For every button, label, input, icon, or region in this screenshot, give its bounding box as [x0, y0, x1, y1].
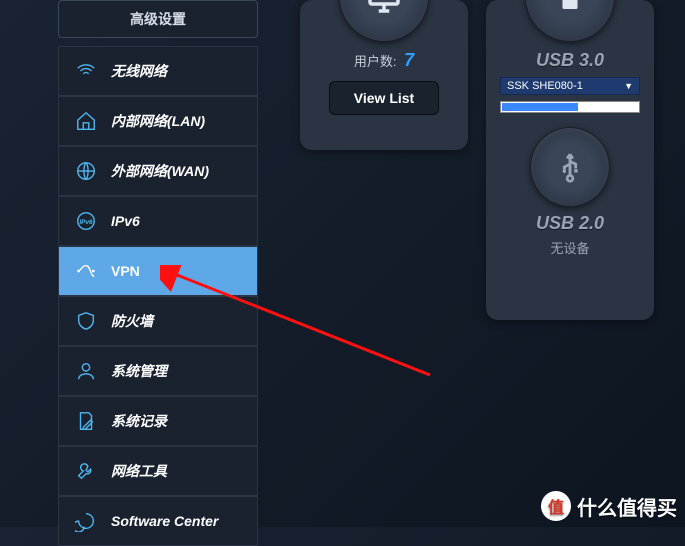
- usb3-usage-bar: [500, 101, 640, 113]
- vpn-icon: [73, 259, 99, 283]
- sidebar-item-label: 防火墙: [111, 311, 153, 331]
- watermark-text: 什么值得买: [577, 492, 677, 521]
- view-list-button[interactable]: View List: [329, 81, 439, 115]
- client-count-value: 7: [404, 50, 414, 70]
- clients-panel: 用户数: 7 View List: [300, 0, 468, 150]
- usb2-title: USB 2.0: [498, 213, 642, 234]
- user-icon: [73, 359, 99, 383]
- usb3-title: USB 3.0: [498, 50, 642, 71]
- sidebar-item-log[interactable]: 系统记录: [58, 396, 258, 446]
- sidebar-item-label: 系统管理: [111, 361, 167, 381]
- sidebar-item-label: 无线网络: [111, 61, 167, 81]
- usb3-usage-fill: [502, 103, 578, 111]
- sidebar-item-lan[interactable]: 内部网络(LAN): [58, 96, 258, 146]
- usb-plug-icon: [552, 0, 588, 15]
- sidebar-item-label: 外部网络(WAN): [111, 161, 209, 181]
- client-count-line: 用户数: 7: [312, 50, 456, 71]
- chevron-down-icon: ▼: [624, 81, 633, 91]
- sidebar-header: 高级设置: [58, 0, 258, 38]
- usb3-icon-circle[interactable]: [525, 0, 615, 42]
- svg-text:IPv6: IPv6: [79, 219, 93, 226]
- sidebar-item-wan[interactable]: 外部网络(WAN): [58, 146, 258, 196]
- shield-icon: [73, 309, 99, 333]
- usb3-device-dropdown[interactable]: SSK SHE080-1 ▼: [500, 77, 640, 95]
- ipv6-icon: IPv6: [73, 209, 99, 233]
- sidebar-item-tools[interactable]: 网络工具: [58, 446, 258, 496]
- sidebar-item-label: 网络工具: [111, 461, 167, 481]
- sidebar-item-label: IPv6: [111, 213, 140, 229]
- document-edit-icon: [73, 409, 99, 433]
- advanced-settings-sidebar: 高级设置 无线网络 内部网络(LAN) 外部网络(WAN) IPv6 IPv6 …: [58, 0, 258, 527]
- sidebar-item-label: VPN: [111, 263, 140, 279]
- wrench-icon: [73, 459, 99, 483]
- wifi-icon: [73, 59, 99, 83]
- sidebar-item-label: 系统记录: [111, 411, 167, 431]
- clients-icon-circle[interactable]: [339, 0, 429, 42]
- sidebar-item-vpn[interactable]: VPN: [58, 246, 258, 296]
- watermark: 值 什么值得买: [541, 491, 677, 521]
- home-icon: [73, 109, 99, 133]
- globe-icon: [73, 159, 99, 183]
- sidebar-item-software-center[interactable]: Software Center: [58, 496, 258, 546]
- sidebar-item-wireless[interactable]: 无线网络: [58, 46, 258, 96]
- client-count-label: 用户数:: [354, 54, 397, 69]
- usb-icon: [553, 150, 587, 184]
- spiral-icon: [73, 509, 99, 533]
- usb3-device-name: SSK SHE080-1: [507, 80, 583, 92]
- watermark-badge: 值: [541, 491, 571, 521]
- sidebar-item-admin[interactable]: 系统管理: [58, 346, 258, 396]
- sidebar-item-label: 内部网络(LAN): [111, 111, 205, 131]
- sidebar-item-ipv6[interactable]: IPv6 IPv6: [58, 196, 258, 246]
- monitor-icon: [363, 0, 405, 18]
- sidebar-item-firewall[interactable]: 防火墙: [58, 296, 258, 346]
- usb2-status: 无设备: [498, 238, 642, 257]
- usb2-icon-circle[interactable]: [530, 127, 610, 207]
- usb-panel: USB 3.0 SSK SHE080-1 ▼ USB 2.0 无设备: [486, 0, 654, 320]
